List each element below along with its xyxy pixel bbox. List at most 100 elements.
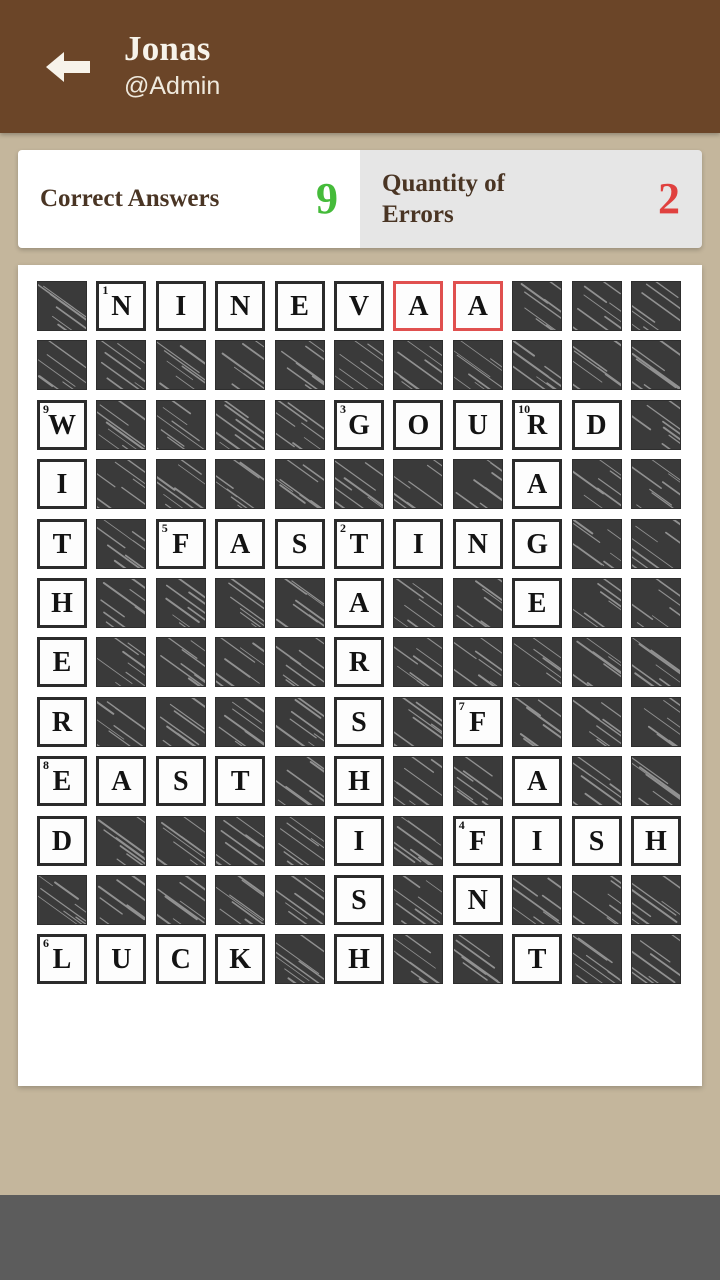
crossword-cell-blocked [155,340,206,391]
cell-letter: N [467,528,488,560]
crossword-cell-blocked [155,637,206,688]
crossword-cell-letter[interactable]: 5F [155,518,206,569]
crossword-cell-blocked [571,340,622,391]
cell-letter: T [527,944,547,976]
cell-letter: A [527,469,548,501]
crossword-cell-letter[interactable]: G [512,518,563,569]
clue-number: 9 [43,401,49,416]
crossword-cell-letter[interactable]: T [215,756,266,807]
crossword-cell-letter[interactable]: U [96,934,147,985]
crossword-cell-letter[interactable]: S [333,874,384,925]
cell-letter: H [348,944,370,976]
clue-number: 7 [458,698,465,713]
crossword-cell-blocked [215,399,266,450]
crossword-cell-blocked [96,340,147,391]
back-button[interactable] [20,19,116,115]
crossword-cell-blocked [630,874,681,925]
crossword-cell-letter[interactable]: U [452,399,503,450]
crossword-cell-letter[interactable]: D [37,815,87,866]
clue-number: 3 [339,401,346,416]
crossword-cell-letter[interactable]: E [512,577,563,628]
cell-letter: G [348,409,370,441]
crossword-cell-letter[interactable]: T [512,934,563,985]
crossword-cell-blocked [393,756,444,807]
crossword-cell-letter[interactable]: V [333,281,384,331]
crossword-cell-letter[interactable]: S [333,696,384,747]
user-handle: @Admin [124,71,221,100]
cell-letter: H [51,587,73,619]
crossword-cell-letter[interactable]: D [571,399,622,450]
crossword-cell-blocked [96,399,147,450]
crossword-cell-blocked [96,815,147,866]
crossword-cell-letter[interactable]: R [37,696,87,747]
crossword-cell-letter[interactable]: A [512,459,563,510]
app-root: Jonas @Admin Correct Answers 9 Quantity … [0,0,720,1280]
crossword-cell-letter[interactable]: H [333,934,384,985]
crossword-cell-letter[interactable]: C [155,934,206,985]
crossword-cell-blocked [333,459,384,510]
crossword-cell-letter[interactable]: H [630,815,681,866]
crossword-cell-blocked [274,874,325,925]
crossword-cell-blocked [155,696,206,747]
stat-quantity-of-errors[interactable]: Quantity of Errors 2 [360,150,702,248]
crossword-cell-letter[interactable]: T [37,518,87,569]
crossword-cell-letter[interactable]: E [37,637,87,688]
crossword-cell-letter[interactable]: E [274,281,325,331]
crossword-cell-letter[interactable]: O [393,399,444,450]
crossword-cell-letter[interactable]: H [37,577,87,628]
cell-letter: I [56,469,68,501]
cell-letter: U [111,944,132,976]
crossword-cell-error[interactable]: A [452,281,503,331]
cell-letter: W [48,409,76,441]
crossword-cell-blocked [630,637,681,688]
crossword-cell-blocked [452,577,503,628]
crossword-cell-letter[interactable]: S [155,756,206,807]
crossword-cell-letter[interactable]: N [452,518,503,569]
crossword-cell-letter[interactable]: 9W [37,399,87,450]
crossword-cell-letter[interactable]: H [333,756,384,807]
crossword-grid[interactable]: 1 N I N E V A A 9 W 3 G O U 10 R D I A T 5 F A S 2 T I N G H A E E R R S 7 F 8… [37,281,681,985]
crossword-cell-blocked [571,874,622,925]
crossword-cell-letter[interactable]: 8E [37,756,87,807]
crossword-cell-letter[interactable]: I [333,815,384,866]
cell-letter: D [586,409,607,441]
crossword-cell-letter[interactable]: A [215,518,266,569]
stats-bar: Correct Answers 9 Quantity of Errors 2 [18,150,702,248]
crossword-cell-blocked [630,459,681,510]
crossword-cell-letter[interactable]: 7F [452,696,503,747]
crossword-cell-letter[interactable]: A [512,756,563,807]
crossword-cell-letter[interactable]: 3G [333,399,384,450]
crossword-cell-letter[interactable]: 4F [452,815,503,866]
app-header: Jonas @Admin [0,0,720,133]
crossword-cell-letter[interactable]: S [274,518,325,569]
crossword-cell-letter[interactable]: I [37,459,87,510]
crossword-cell-blocked [512,874,563,925]
crossword-cell-blocked [215,577,266,628]
crossword-cell-blocked [96,577,147,628]
crossword-cell-blocked [571,637,622,688]
cell-letter: I [175,291,187,322]
crossword-cell-error[interactable]: A [393,281,444,331]
crossword-cell-letter[interactable]: I [155,281,206,331]
crossword-cell-letter[interactable]: 2T [333,518,384,569]
crossword-cell-letter[interactable]: 10 R [512,399,563,450]
crossword-cell-blocked [630,934,681,985]
crossword-cell-letter[interactable]: N [215,281,266,331]
crossword-cell-letter[interactable]: A [333,577,384,628]
crossword-cell-letter[interactable]: A [96,756,147,807]
page-title: Jonas [124,29,211,68]
crossword-cell-letter[interactable]: N [452,874,503,925]
crossword-cell-letter[interactable]: I [512,815,563,866]
crossword-cell-letter[interactable]: R [333,637,384,688]
crossword-cell-blocked [274,815,325,866]
crossword-cell-blocked [630,281,681,331]
crossword-cell-blocked [571,281,622,331]
crossword-cell-letter[interactable]: 6L [37,934,87,985]
crossword-cell-letter[interactable]: I [393,518,444,569]
cell-letter: A [230,528,251,560]
crossword-cell-letter[interactable]: K [215,934,266,985]
stat-correct-answers[interactable]: Correct Answers 9 [18,150,360,248]
crossword-cell-letter[interactable]: S [571,815,622,866]
crossword-cell-letter[interactable]: 1N [96,281,147,331]
cell-letter: T [230,766,250,798]
